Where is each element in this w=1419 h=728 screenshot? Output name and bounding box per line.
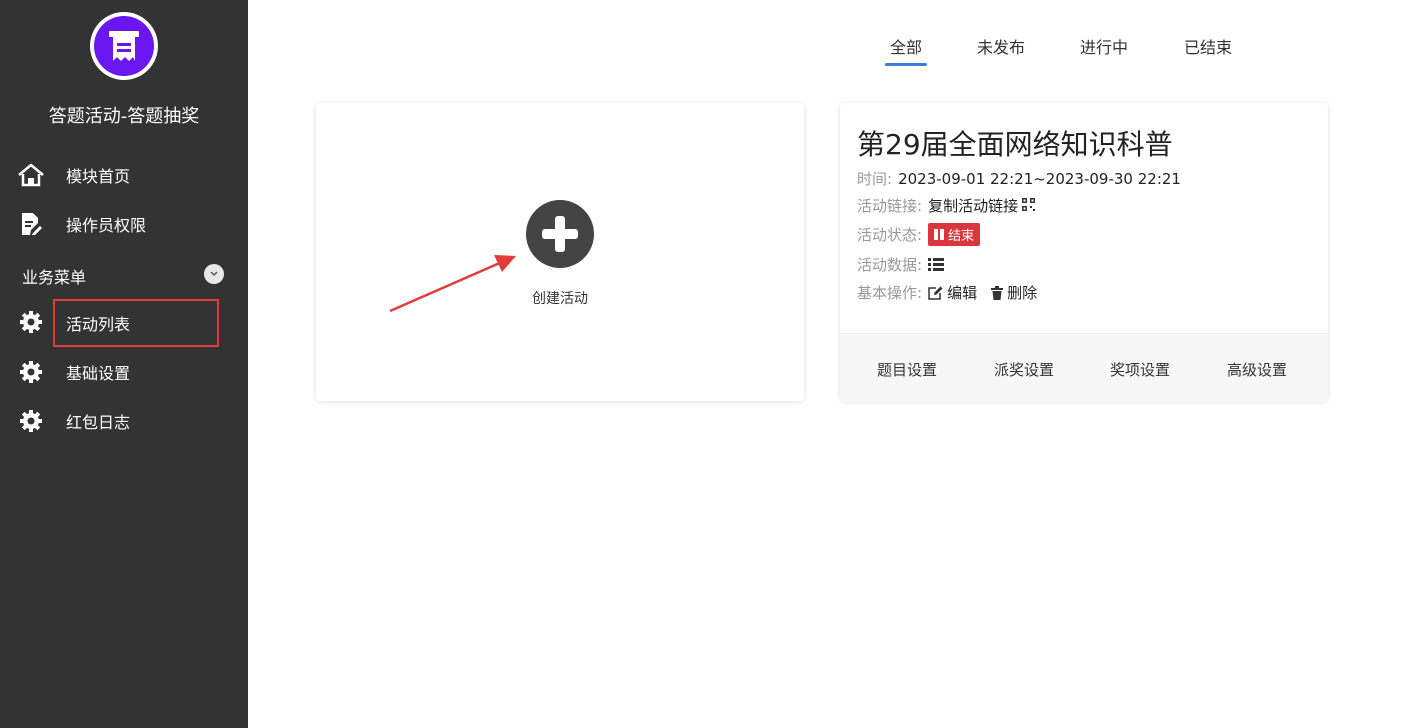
copy-link-button[interactable]: 复制活动链接	[928, 195, 1036, 216]
home-icon	[18, 162, 44, 188]
document-edit-icon	[18, 211, 44, 237]
sidebar-group-label: 业务菜单	[22, 268, 87, 287]
sidebar-item-module-home[interactable]: 模块首页	[0, 154, 248, 194]
advanced-settings-button[interactable]: 高级设置	[1227, 359, 1287, 380]
tab-unpublished[interactable]: 未发布	[977, 34, 1025, 58]
sidebar-item-red-packet-log[interactable]: 红包日志	[0, 400, 248, 440]
edit-button[interactable]: 编辑	[928, 282, 977, 303]
plus-circle-icon[interactable]	[526, 200, 594, 268]
sidebar-item-label: 基础设置	[66, 364, 131, 383]
sidebar-item-label: 模块首页	[66, 167, 131, 186]
sidebar-item-label: 操作员权限	[66, 216, 147, 235]
activity-title: 第29届全面网络知识科普	[857, 128, 1173, 161]
activity-ops-row: 基本操作: 编辑 删除	[857, 282, 1051, 303]
prize-item-settings-button[interactable]: 奖项设置	[1110, 359, 1170, 380]
app-logo	[90, 12, 158, 80]
activity-link-row: 活动链接: 复制活动链接	[857, 195, 1036, 216]
activity-status-row: 活动状态: 结束	[857, 223, 981, 246]
time-value: 2023-09-01 22:21~2023-09-30 22:21	[898, 169, 1181, 188]
printer-receipt-icon	[109, 31, 139, 61]
sidebar: 答题活动-答题抽奖 模块首页 操作员权限 业务菜单 活动列表 基础设置 红包日志	[0, 0, 248, 728]
sidebar-group-business-menu[interactable]: 业务菜单	[0, 255, 248, 293]
prize-distribution-settings-button[interactable]: 派奖设置	[994, 359, 1054, 380]
tab-all[interactable]: 全部	[884, 34, 928, 66]
activity-card-footer: 题目设置 派奖设置 奖项设置 高级设置	[840, 333, 1328, 402]
trash-icon	[991, 285, 1004, 300]
data-key: 活动数据:	[857, 256, 923, 274]
link-key: 活动链接:	[857, 197, 923, 215]
ops-key: 基本操作:	[857, 284, 923, 302]
status-key: 活动状态:	[857, 226, 923, 244]
sidebar-item-activity-list[interactable]: 活动列表	[0, 301, 248, 341]
delete-button[interactable]: 删除	[991, 282, 1037, 303]
sidebar-item-label: 活动列表	[66, 315, 131, 334]
sidebar-item-basic-settings[interactable]: 基础设置	[0, 351, 248, 391]
question-settings-button[interactable]: 题目设置	[877, 359, 937, 380]
pause-icon	[934, 229, 945, 240]
activity-card: 第29届全面网络知识科普 时间: 2023-09-01 22:21~2023-0…	[840, 103, 1328, 402]
annotation-arrow	[389, 255, 516, 313]
app-title: 答题活动-答题抽奖	[48, 106, 200, 127]
chevron-down-icon[interactable]	[204, 264, 224, 284]
time-key: 时间:	[857, 170, 893, 188]
gear-icon	[18, 359, 44, 385]
tab-in-progress[interactable]: 进行中	[1080, 34, 1128, 58]
sidebar-item-label: 红包日志	[66, 413, 131, 432]
gear-icon	[18, 408, 44, 434]
qr-code-icon[interactable]	[1022, 197, 1036, 215]
activity-time-row: 时间: 2023-09-01 22:21~2023-09-30 22:21	[857, 168, 1181, 189]
edit-icon	[928, 286, 943, 300]
activity-data-row: 活动数据:	[857, 254, 945, 275]
list-icon[interactable]	[928, 258, 945, 271]
sidebar-item-operator-permissions[interactable]: 操作员权限	[0, 203, 248, 243]
status-badge: 结束	[928, 223, 981, 246]
tab-ended[interactable]: 已结束	[1184, 34, 1232, 58]
gear-icon	[18, 309, 44, 335]
